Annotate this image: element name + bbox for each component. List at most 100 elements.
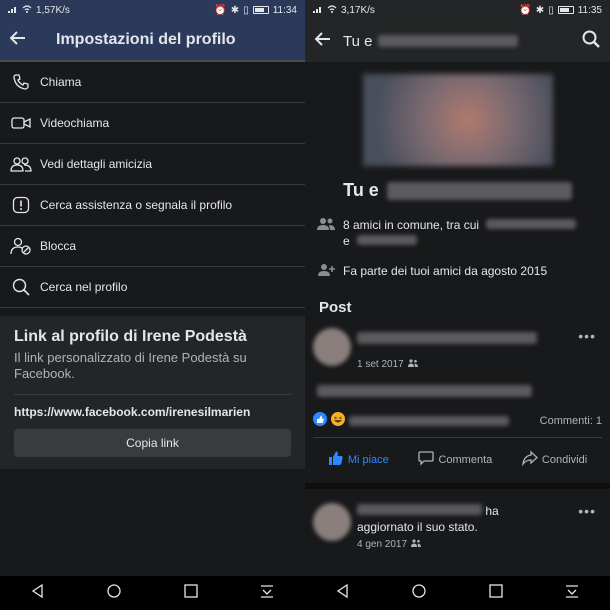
bluetooth-icon: ✱: [535, 4, 545, 16]
page-title-text: Tu e: [343, 32, 373, 50]
back-arrow-icon[interactable]: [9, 30, 26, 50]
friends-icon: [317, 217, 343, 249]
post-card: 1 set 2017 •••: [305, 328, 610, 402]
profile-name-text: Tu e: [343, 180, 379, 200]
android-nav-bar: [0, 576, 305, 610]
wifi-icon: [327, 4, 337, 16]
redacted-post-text: [317, 385, 532, 397]
menu-item-label: Chiama: [40, 75, 82, 89]
network-speed: 1,57K/s: [36, 4, 70, 16]
page-title: Impostazioni del profilo: [56, 31, 236, 48]
bluetooth-icon: ✱: [230, 4, 240, 16]
redacted-author: [357, 504, 482, 515]
block-user-icon: [10, 235, 32, 257]
menu-item-block[interactable]: Blocca: [0, 226, 305, 267]
nav-notifications-icon[interactable]: [259, 583, 275, 604]
copy-link-button[interactable]: Copia link: [14, 429, 291, 457]
app-bar: Impostazioni del profilo: [0, 20, 305, 62]
friends-since-row: Fa parte dei tuoi amici da agosto 2015: [305, 263, 610, 281]
thumbs-up-icon: [328, 450, 344, 469]
friends-since-text: Fa parte dei tuoi amici da agosto 2015: [343, 264, 548, 278]
redacted-name: [357, 235, 418, 245]
comment-button[interactable]: Commenta: [418, 450, 492, 469]
signal-icon: [8, 5, 18, 16]
profile-link-description: Il link personalizzato di Irene Podestà …: [14, 350, 247, 381]
add-friend-icon: [317, 263, 343, 281]
redacted-name: [386, 181, 572, 200]
nav-home-icon[interactable]: [106, 583, 122, 604]
video-icon: [10, 112, 32, 134]
share-button[interactable]: Condividi: [521, 450, 588, 469]
menu-item-label: Cerca nel profilo: [40, 280, 128, 294]
post-date[interactable]: 1 set 2017: [357, 359, 404, 370]
comment-icon: [418, 450, 435, 469]
status-bar: 1,57K/s ⏰ ✱ ▯ 11:34: [0, 0, 305, 20]
post-card: ha aggiornato il suo stato. 4 gen 2017 •…: [305, 503, 610, 553]
phone-icon: [10, 71, 32, 93]
reactions-bar: Commenti: 1: [305, 412, 610, 429]
nav-recents-icon[interactable]: [488, 583, 504, 604]
network-speed: 3,17K/s: [341, 4, 375, 16]
avatar[interactable]: [313, 328, 351, 366]
android-nav-bar: [305, 576, 610, 610]
search-icon: [10, 276, 32, 298]
profile-name: Tu e: [305, 180, 610, 201]
divider: [305, 483, 610, 489]
vibrate-icon: ▯: [243, 4, 249, 16]
menu-item-video-call[interactable]: Videochiama: [0, 103, 305, 144]
more-options-icon[interactable]: •••: [578, 328, 596, 344]
back-arrow-icon[interactable]: [314, 31, 331, 51]
avatar[interactable]: [313, 503, 351, 541]
nav-notifications-icon[interactable]: [564, 583, 580, 604]
menu-item-report[interactable]: Cerca assistenza o segnala il profilo: [0, 185, 305, 226]
redacted-author: [357, 332, 537, 344]
profile-url[interactable]: https://www.facebook.com/irenesilmarien: [14, 405, 291, 419]
mutual-friends-text: 8 amici in comune, tra cui: [343, 218, 480, 232]
menu-item-label: Cerca assistenza o segnala il profilo: [40, 198, 233, 212]
friends-audience-icon: [407, 359, 418, 370]
alarm-icon: ⏰: [519, 4, 532, 16]
post-text: aggiornato il suo stato.: [357, 520, 478, 534]
menu-item-label: Videochiama: [40, 116, 110, 130]
post-date[interactable]: 4 gen 2017: [357, 537, 407, 553]
menu-item-label: Blocca: [40, 239, 77, 253]
post-text-suffix: ha: [485, 504, 499, 518]
wifi-icon: [22, 4, 32, 16]
nav-recents-icon[interactable]: [183, 583, 199, 604]
friends-icon: [10, 153, 32, 175]
report-icon: [10, 194, 32, 216]
comment-label: Commenta: [438, 453, 493, 466]
app-bar: Tu e: [305, 20, 610, 62]
post-actions: Mi piace Commenta Condividi: [313, 437, 602, 473]
share-icon: [521, 450, 538, 469]
mutual-friends-row[interactable]: 8 amici in comune, tra cui e: [305, 217, 610, 249]
clock: 11:35: [577, 4, 602, 16]
like-label: Mi piace: [347, 453, 389, 466]
more-options-icon[interactable]: •••: [578, 503, 596, 519]
share-label: Condividi: [541, 453, 588, 466]
haha-reaction-icon: [331, 412, 345, 429]
menu-item-label: Vedi dettagli amicizia: [40, 157, 153, 171]
menu-item-call[interactable]: Chiama: [0, 62, 305, 103]
page-title: Tu e: [343, 33, 582, 50]
comment-count[interactable]: Commenti: 1: [540, 415, 602, 427]
battery-icon: [252, 6, 269, 14]
status-bar: 3,17K/s ⏰ ✱ ▯ 11:35: [305, 0, 610, 20]
nav-home-icon[interactable]: [411, 583, 427, 604]
search-icon[interactable]: [582, 30, 600, 53]
redacted-name: [486, 219, 577, 229]
redacted-reactors: [349, 415, 509, 426]
nav-back-icon[interactable]: [335, 583, 351, 604]
vibrate-icon: ▯: [548, 4, 554, 16]
menu-item-search-profile[interactable]: Cerca nel profilo: [0, 267, 305, 308]
like-button[interactable]: Mi piace: [328, 450, 389, 469]
profile-settings-menu: Chiama Videochiama Vedi dettagli amicizi…: [0, 62, 305, 308]
mutual-friends-and: e: [343, 234, 350, 248]
cover-photo[interactable]: [362, 74, 553, 166]
nav-back-icon[interactable]: [30, 583, 46, 604]
menu-item-friendship-details[interactable]: Vedi dettagli amicizia: [0, 144, 305, 185]
right-screen: 3,17K/s ⏰ ✱ ▯ 11:35 Tu e Tu e 8 amici in…: [305, 0, 610, 610]
profile-link-section: Link al profilo di Irene Podestà Il link…: [0, 316, 305, 469]
profile-link-title: Link al profilo di Irene Podestà: [14, 328, 247, 345]
like-reaction-icon: [313, 412, 327, 429]
